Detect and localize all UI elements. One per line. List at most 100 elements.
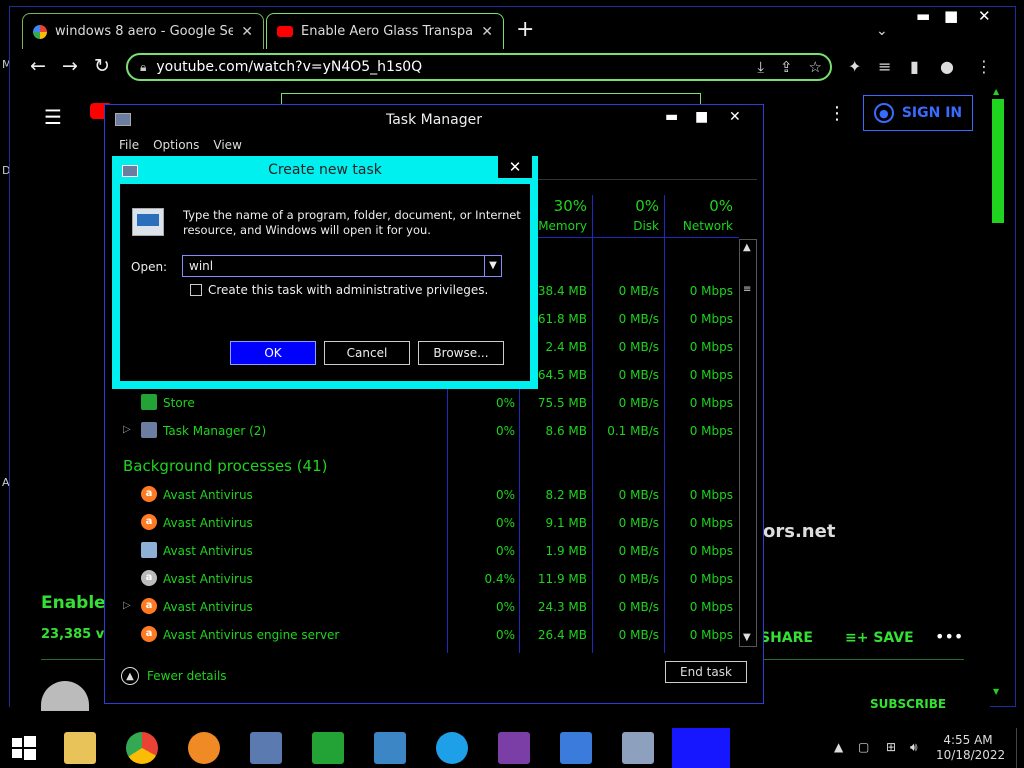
ok-button[interactable]: OK — [230, 341, 316, 365]
close-tab-icon[interactable]: ✕ — [241, 24, 253, 40]
trophy-icon[interactable] — [498, 732, 530, 764]
network-cell: 0 Mbps — [689, 368, 733, 382]
expand-arrow-icon[interactable]: ▷ — [123, 424, 131, 435]
disk-cell: 0 MB/s — [618, 488, 659, 502]
column-network[interactable]: 0% Network — [667, 197, 733, 233]
close-button[interactable]: ✕ — [978, 7, 991, 25]
chrome-icon[interactable] — [126, 732, 158, 764]
hamburger-menu-icon[interactable]: ☰ — [44, 105, 62, 129]
network-icon[interactable]: ⊞ — [886, 740, 896, 754]
close-tab-icon[interactable]: ✕ — [481, 24, 493, 40]
disk-cell: 0 MB/s — [618, 572, 659, 586]
disk-label: Disk — [633, 219, 659, 233]
photos-icon[interactable] — [374, 732, 406, 764]
scrollbar-thumb[interactable] — [992, 99, 1004, 223]
file-explorer-icon[interactable] — [64, 732, 96, 764]
tm-close-button[interactable]: ✕ — [729, 109, 741, 125]
process-row[interactable]: a Avast Antivirus 0.4% 11.9 MB 0 MB/s 0 … — [105, 565, 745, 593]
tm-maximize-button[interactable]: ■ — [695, 109, 708, 125]
process-row-task-manager[interactable]: ▷ Task Manager (2) 0% 8.6 MB 0.1 MB/s 0 … — [105, 417, 745, 445]
store-icon[interactable] — [312, 732, 344, 764]
remote-desktop-icon[interactable] — [250, 732, 282, 764]
skype-icon[interactable] — [436, 732, 468, 764]
media-queue-icon[interactable]: ≡ — [878, 57, 891, 76]
process-row-store[interactable]: Store 0% 75.5 MB 0 MB/s 0 Mbps — [105, 389, 745, 417]
browse-button[interactable]: Browse... — [418, 341, 504, 365]
action-center-icon[interactable]: ▢ — [858, 740, 869, 754]
menu-view[interactable]: View — [213, 138, 241, 152]
network-cell: 0 Mbps — [689, 628, 733, 642]
scroll-down-icon[interactable]: ▼ — [993, 687, 999, 696]
share-icon[interactable]: ⇪ — [780, 58, 793, 76]
more-options-icon[interactable]: ⋮ — [828, 103, 846, 124]
checkbox-box[interactable] — [190, 284, 202, 296]
process-name: Avast Antivirus — [163, 572, 253, 586]
weather-icon[interactable] — [560, 732, 592, 764]
disk-cell: 0 MB/s — [618, 396, 659, 410]
tab-google-search[interactable]: windows 8 aero - Google Search ✕ — [22, 13, 264, 49]
active-window-taskbar-icon[interactable] — [672, 728, 730, 768]
process-name: Task Manager (2) — [163, 424, 267, 438]
avast-icon: a — [141, 626, 157, 642]
page-scrollbar[interactable]: ▲ ▼ — [992, 87, 1004, 697]
kebab-menu-icon[interactable]: ⋮ — [976, 57, 992, 76]
reload-icon[interactable]: ↻ — [94, 55, 110, 77]
bookmark-star-icon[interactable]: ☆ — [809, 58, 822, 76]
fewer-details-button[interactable]: ▲ Fewer details — [121, 667, 227, 685]
scroll-up-icon[interactable]: ▲ — [743, 242, 751, 253]
forward-arrow-icon[interactable]: → — [62, 55, 78, 77]
scrollbar-grip-icon[interactable]: ≡ — [743, 284, 751, 295]
dialog-close-button[interactable]: ✕ — [498, 156, 532, 178]
cancel-button[interactable]: Cancel — [324, 341, 410, 365]
start-button[interactable] — [8, 732, 40, 764]
task-manager-titlebar[interactable]: Task Manager ▬ ■ ✕ — [105, 105, 763, 135]
cpu-cell: 0% — [495, 488, 515, 502]
save-button[interactable]: ≡+ SAVE — [845, 630, 914, 646]
share-button[interactable]: SHARE — [760, 630, 813, 646]
side-panel-icon[interactable]: ▮ — [910, 57, 919, 76]
minimize-button[interactable]: ▬ — [916, 7, 930, 25]
menu-options[interactable]: Options — [153, 138, 199, 152]
new-tab-button[interactable]: + — [516, 19, 534, 41]
background-processes-header: Background processes (41) — [123, 457, 328, 475]
cpu-cell: 0% — [495, 396, 515, 410]
column-disk[interactable]: 0% Disk — [595, 197, 659, 233]
disk-cell: 0 MB/s — [618, 600, 659, 614]
channel-avatar[interactable] — [41, 681, 89, 711]
end-task-button[interactable]: End task — [665, 661, 747, 683]
scroll-up-icon[interactable]: ▲ — [993, 87, 999, 96]
show-hidden-icons[interactable]: ▲ — [834, 740, 843, 754]
process-row[interactable]: a Avast Antivirus engine server 0% 26.4 … — [105, 621, 745, 649]
scroll-down-icon[interactable]: ▼ — [743, 632, 751, 643]
task-manager-taskbar-icon[interactable] — [622, 732, 654, 764]
install-icon[interactable]: ⤓ — [757, 58, 764, 76]
menu-file[interactable]: File — [119, 138, 139, 152]
back-arrow-icon[interactable]: ← — [30, 55, 46, 77]
expand-arrow-icon[interactable]: ▷ — [123, 600, 131, 611]
show-desktop-button[interactable] — [1016, 728, 1024, 768]
chevron-up-icon: ▲ — [121, 667, 139, 685]
tm-minimize-button[interactable]: ▬ — [665, 109, 678, 125]
profile-icon[interactable]: ● — [940, 57, 954, 76]
volume-icon[interactable]: 🔊︎ — [910, 740, 918, 755]
chevron-down-icon[interactable]: ▼ — [484, 255, 502, 277]
subscribe-button[interactable]: SUBSCRIBE — [870, 697, 946, 711]
tab-search-chevron-icon[interactable]: ⌄ — [876, 23, 888, 39]
sign-in-button[interactable]: ● SIGN IN — [863, 95, 973, 131]
address-bar[interactable]: 🔒︎ youtube.com/watch?v=yN4O5_h1s0Q ⤓ ⇪ ☆ — [126, 53, 832, 81]
system-clock[interactable]: 4:55 AM 10/18/2022 — [936, 733, 1005, 763]
process-row[interactable]: ▷ a Avast Antivirus 0% 24.3 MB 0 MB/s 0 … — [105, 593, 745, 621]
more-actions-icon[interactable]: ••• — [935, 627, 963, 646]
process-row[interactable]: a Avast Antivirus 0% 8.2 MB 0 MB/s 0 Mbp… — [105, 481, 745, 509]
process-list-scrollbar[interactable]: ▲ ≡ ▼ — [739, 239, 757, 647]
extensions-icon[interactable]: ✦ — [848, 57, 861, 76]
avast-icon[interactable] — [188, 732, 220, 764]
admin-privileges-checkbox[interactable]: Create this task with administrative pri… — [190, 283, 488, 297]
process-name: Avast Antivirus engine server — [163, 628, 340, 642]
process-row[interactable]: Avast Antivirus 0% 1.9 MB 0 MB/s 0 Mbps — [105, 537, 745, 565]
create-new-task-dialog: Create new task ✕ Type the name of a pro… — [112, 156, 538, 389]
open-input[interactable] — [182, 255, 502, 277]
maximize-button[interactable]: ■ — [944, 7, 958, 25]
tab-youtube[interactable]: Enable Aero Glass Transparency i ✕ — [266, 13, 504, 49]
process-row[interactable]: a Avast Antivirus 0% 9.1 MB 0 MB/s 0 Mbp… — [105, 509, 745, 537]
